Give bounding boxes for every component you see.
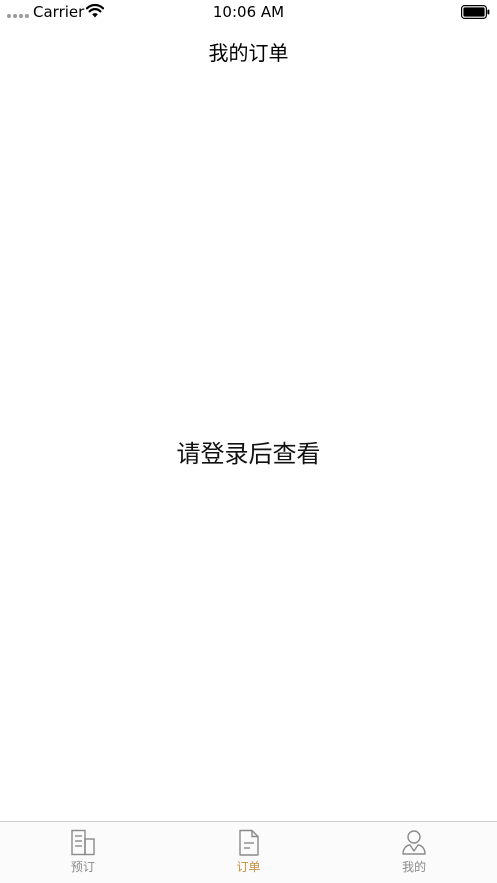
screen: Carrier 10:06 AM 我的订单 请登录后查看 预订 订单 我的	[0, 0, 497, 883]
status-time: 10:06 AM	[212, 3, 285, 21]
tab-label-booking: 预订	[70, 860, 95, 874]
profile-icon	[402, 830, 426, 855]
tab-booking[interactable]: 预订	[0, 822, 166, 883]
tab-orders[interactable]: 订单	[166, 822, 332, 883]
tab-profile[interactable]: 我的	[331, 822, 497, 883]
tab-label-orders: 订单	[236, 860, 261, 874]
tab-bar: 预订 订单 我的	[0, 821, 497, 883]
order-icon	[238, 829, 259, 856]
status-bar: Carrier 10:06 AM	[0, 0, 497, 24]
login-prompt-message: 请登录后查看	[176, 440, 321, 468]
battery-icon	[461, 5, 490, 19]
tab-label-profile: 我的	[402, 860, 427, 874]
page-title: 我的订单	[208, 41, 289, 65]
booking-icon	[71, 829, 95, 856]
